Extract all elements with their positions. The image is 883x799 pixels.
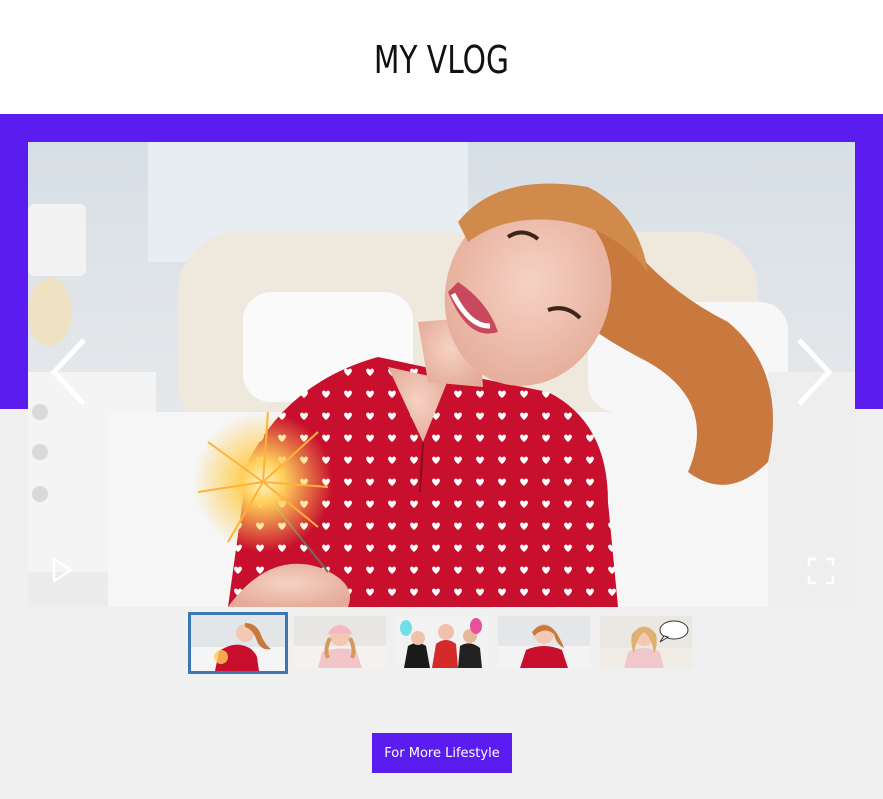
thumbnail-image: [600, 616, 692, 668]
previous-slide-button[interactable]: [46, 334, 90, 410]
chevron-left-icon: [50, 338, 86, 406]
slide-photo: [28, 142, 855, 607]
chevron-right-icon: [797, 338, 833, 406]
thumbnail-4[interactable]: [498, 616, 590, 668]
page-header: MY VLOG: [0, 0, 883, 114]
fullscreen-icon: [807, 557, 835, 585]
thumbnail-image: [191, 615, 285, 671]
next-slide-button[interactable]: [793, 334, 837, 410]
play-icon: [52, 557, 73, 583]
thumbnail-1[interactable]: [188, 612, 288, 674]
slide-image[interactable]: [28, 142, 855, 607]
thumbnail-strip: [188, 612, 698, 674]
play-button[interactable]: [49, 555, 77, 585]
thumbnail-2[interactable]: [294, 616, 386, 668]
thumbnail-3[interactable]: [396, 616, 488, 668]
thumbnail-image: [396, 616, 488, 668]
page-title: MY VLOG: [373, 38, 509, 82]
thumbnail-image: [294, 616, 386, 668]
thumbnail-5[interactable]: [600, 616, 692, 668]
more-lifestyle-button[interactable]: For More Lifestyle: [372, 733, 512, 773]
thumbnail-image: [498, 616, 590, 668]
fullscreen-button[interactable]: [806, 556, 836, 586]
